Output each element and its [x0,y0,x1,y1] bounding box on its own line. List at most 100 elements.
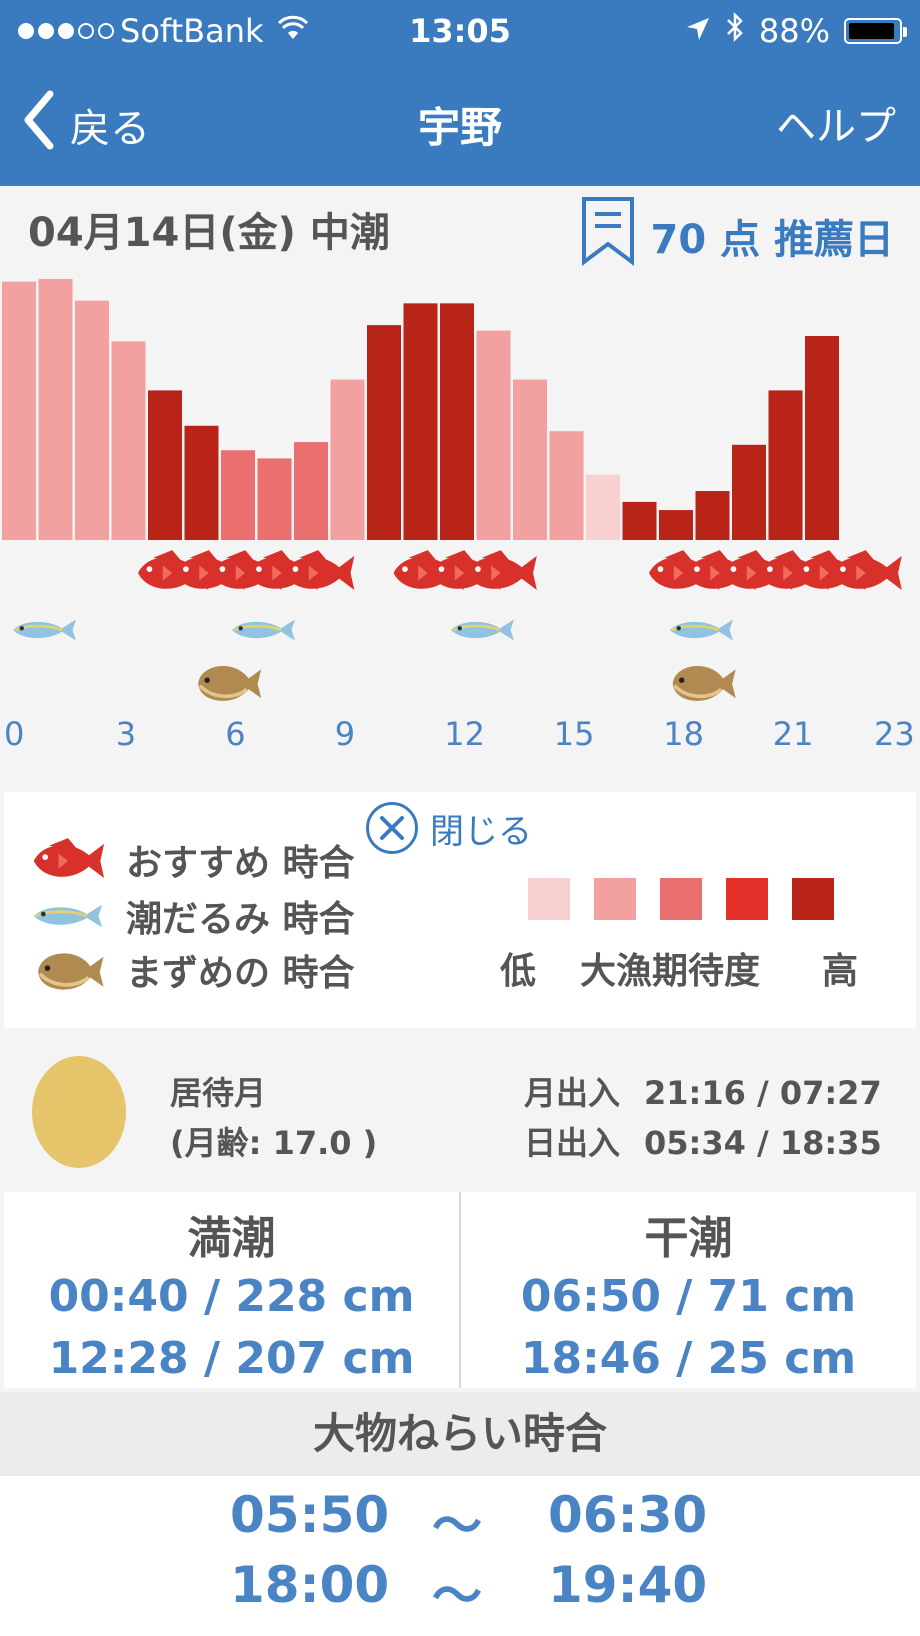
low-tide-column: 干潮 06:50 / 71 cm 18:46 / 25 cm [461,1192,916,1388]
close-legend-button[interactable]: 閉じる [366,802,532,854]
moon-phase-info: 居待月 (月齢: 17.0 ) [170,1068,377,1168]
scale-swatch-2 [594,878,636,920]
chart-bar [2,281,36,540]
chart-bar [659,510,693,540]
flounder-icon [30,942,106,998]
bookmark-icon [580,196,636,276]
horse-mackerel-icon [668,618,735,642]
chart-bar [111,341,146,540]
chart-bar [440,303,474,540]
chart-bar [768,390,803,540]
battery-percent: 88% [758,12,830,50]
status-right: 88% [685,11,907,50]
chart-bar [549,431,584,540]
range-tilde: 〜 [432,1567,482,1625]
close-icon [366,802,418,854]
moonrise-row: 月出入 21:16 / 07:27 [524,1068,882,1118]
range-end: 19:40 [548,1556,708,1614]
scale-swatch-3 [660,878,702,920]
chart-bar [367,325,401,540]
x-tick-label: 12 [444,715,485,753]
chart-bar [476,330,511,540]
moon-phase-name: 居待月 [170,1074,267,1112]
x-tick-label: 18 [663,715,704,753]
red-sea-bream-icon [284,550,355,591]
x-tick-label: 15 [554,715,595,753]
low-tide-value: 06:50 / 71 cm [520,1271,857,1322]
location-arrow-icon [685,12,711,50]
big-fish-heading: 大物ねらい時合 [0,1392,920,1476]
red-sea-bream-icon [466,550,537,591]
scale-swatch-4 [726,878,768,920]
score-label: 70 点 推薦日 [650,217,894,263]
sunrise-row: 日出入 05:34 / 18:35 [524,1118,882,1168]
chart-bar [38,278,73,540]
expectation-scale [528,878,834,920]
close-label: 閉じる [430,811,532,852]
chart-bar [75,300,109,540]
chart-bar [732,444,766,540]
chart-bar [330,379,365,540]
chart-bar [148,390,182,540]
legend-item-dawn-dusk: まずめの 時合 [30,942,355,998]
x-tick-label: 0 [4,715,24,753]
range-start: 18:00 [230,1556,390,1614]
horse-mackerel-icon [230,618,297,642]
flounder-icon [670,664,738,703]
scale-swatch-5 [792,878,834,920]
red-sea-bream-icon [831,550,902,591]
x-tick-label: 23 [874,715,915,753]
chart-bar [586,474,620,540]
chart-bar [622,501,657,540]
flounder-icon [196,664,263,703]
x-tick-label: 9 [335,715,355,753]
range-end: 06:30 [548,1486,708,1544]
date-tide-label: 04月14日(金) 中潮 [28,210,390,256]
battery-icon [844,18,907,44]
x-tick-label: 3 [116,715,136,753]
tide-table: 満潮 00:40 / 228 cm 12:28 / 207 cm 干潮 06:5… [4,1192,916,1388]
horse-mackerel-icon [11,618,78,642]
scale-title: 大漁期待度 [580,951,761,992]
big-fish-times: 05:50 〜 06:30 18:00 〜 19:40 [0,1476,920,1636]
moon-age: (月齢: 17.0 ) [170,1124,378,1162]
x-tick-label: 6 [225,715,245,753]
score-badge: 70 点 推薦日 [580,196,894,276]
chart-bar [513,379,547,540]
legend-item-recommended: おすすめ 時合 [30,834,355,886]
horse-mackerel-icon [449,618,516,642]
status-bar: SoftBank 13:05 88% [0,0,920,62]
low-tide-heading: 干潮 [644,1213,733,1264]
x-tick-label: 21 [773,715,814,753]
sunrise-label: 日出入 [524,1124,621,1162]
chart-bar [184,425,219,540]
moon-phase-icon [32,1056,126,1168]
bluetooth-icon [725,11,745,50]
moonrise-label: 月出入 [524,1074,621,1112]
top-bar: SoftBank 13:05 88% 戻る 宇野 ヘルプ [0,0,920,186]
chart-bar [294,442,328,540]
chart-bar [403,303,438,540]
legend-item-slack-tide: 潮だるみ 時合 [30,890,355,942]
high-tide-value: 12:28 / 207 cm [48,1333,415,1384]
sunrise-value: 05:34 / 18:35 [644,1124,882,1162]
fishing-expectation-chart: 0 3 6 9 12 15 18 21 23 [2,278,915,753]
low-tide-value: 18:46 / 25 cm [520,1333,857,1384]
legend-label: おすすめ 時合 [126,843,355,884]
help-button[interactable]: ヘルプ [776,94,896,152]
chart-bar [695,491,730,540]
range-tilde: 〜 [432,1497,482,1555]
chart-bar [221,450,255,540]
legend-label: まずめの 時合 [126,953,355,994]
legend-panel: 閉じる おすすめ 時合 潮だるみ 時合 まずめの 時合 低 大漁期待度 高 [4,792,916,1028]
moonrise-value: 21:16 / 07:27 [644,1074,882,1112]
moon-sun-section: 居待月 (月齢: 17.0 ) 月出入 21:16 / 07:27 日出入 05:3… [0,1032,920,1188]
scale-low-label: 低 [500,951,537,992]
range-start: 05:50 [230,1486,390,1544]
scale-high-label: 高 [822,951,859,992]
high-tide-heading: 満潮 [187,1213,276,1264]
rise-set-info: 月出入 21:16 / 07:27 日出入 05:34 / 18:35 [524,1068,882,1168]
chart-bar [257,458,292,540]
high-tide-column: 満潮 00:40 / 228 cm 12:28 / 207 cm [4,1192,461,1388]
legend-label: 潮だるみ 時合 [126,899,355,940]
